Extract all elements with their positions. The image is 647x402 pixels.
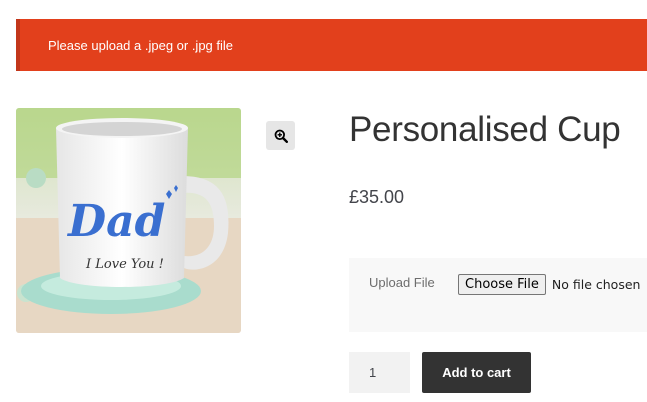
quantity-input[interactable]	[349, 352, 410, 393]
magnifier-plus-icon	[274, 129, 288, 143]
zoom-button[interactable]	[266, 121, 295, 150]
add-to-cart-button[interactable]: Add to cart	[422, 352, 531, 393]
mug-text-main: Dad	[66, 196, 165, 247]
product-price: £35.00	[349, 187, 405, 207]
file-input[interactable]: Choose File No file chosen	[458, 274, 640, 295]
mug-text-sub: I Love You !	[85, 257, 164, 272]
error-notice: Please upload a .jpeg or .jpg file	[16, 19, 647, 71]
mug-photo: Dad I Love You !	[16, 108, 241, 333]
product-title: Personalised Cup	[349, 110, 621, 149]
product-image[interactable]: Dad I Love You !	[16, 108, 241, 333]
upload-field-group: Upload File Choose File No file chosen	[349, 258, 647, 332]
file-status-text: No file chosen	[551, 277, 641, 292]
choose-file-button[interactable]: Choose File	[458, 274, 546, 295]
upload-file-label: Upload File	[369, 275, 435, 290]
error-notice-message: Please upload a .jpeg or .jpg file	[48, 37, 234, 53]
